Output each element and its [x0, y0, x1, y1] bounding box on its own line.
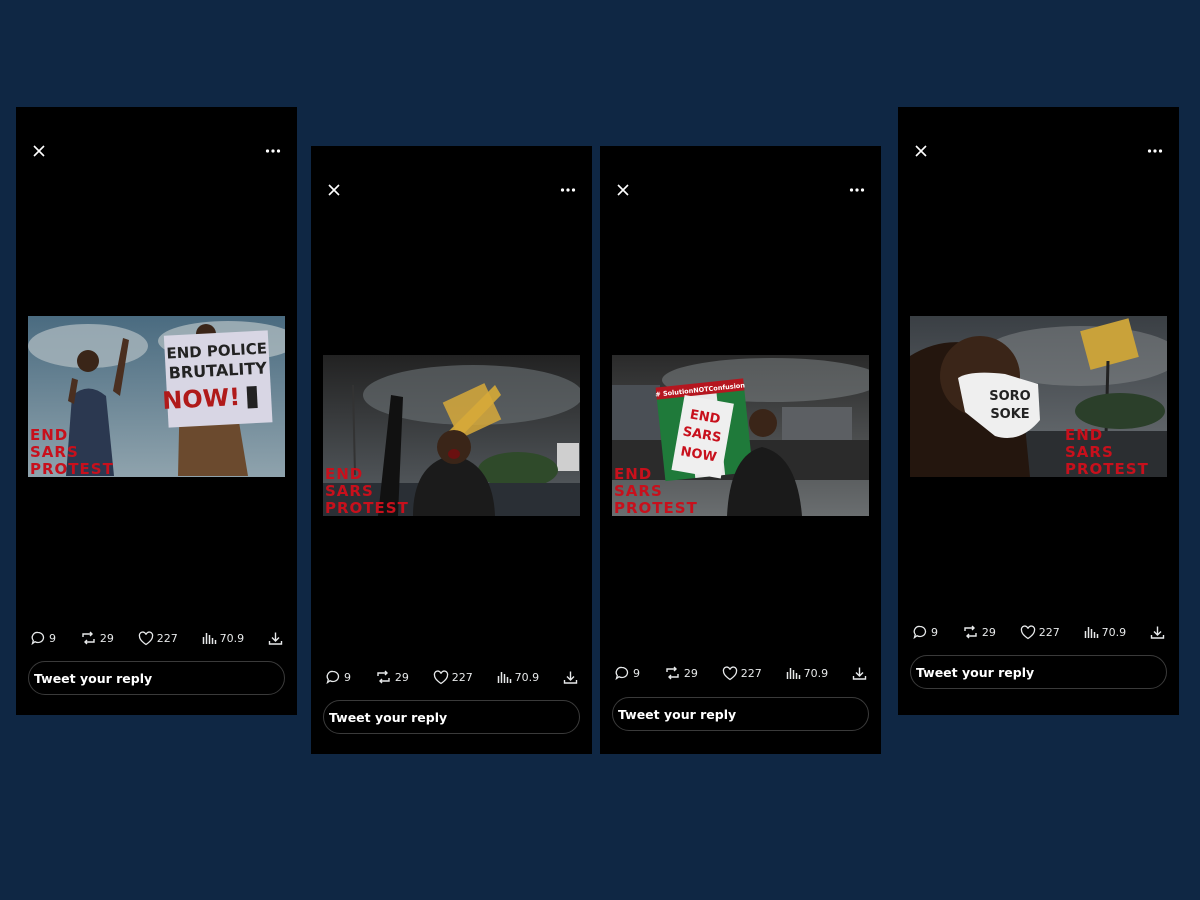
overlay-text: SARS — [325, 482, 374, 500]
overlay-text: END — [614, 465, 652, 483]
overlay-text: END — [1065, 426, 1103, 444]
views-count: 70.9 — [1101, 625, 1127, 639]
retweet-icon — [964, 625, 977, 639]
sign-text: SORO — [989, 389, 1030, 404]
retweet-count: 29 — [99, 631, 114, 645]
reply-action[interactable]: 9 — [614, 665, 640, 681]
reply-count: 9 — [49, 631, 56, 645]
views-icon — [786, 668, 800, 679]
retweet-count: 29 — [683, 666, 698, 680]
overlay-text: PROTEST — [614, 499, 698, 516]
tweet-actions: 9 29 227 70.9 — [30, 629, 283, 647]
close-icon[interactable] — [914, 144, 928, 158]
tweet-media-viewer-3: # SolutionNOTConfusion END SARS NOW END … — [600, 146, 881, 754]
overlay-text: PROTEST — [1065, 460, 1149, 477]
close-icon[interactable] — [32, 144, 46, 158]
more-icon[interactable] — [265, 148, 281, 154]
overlay-text: END — [30, 426, 68, 444]
like-count: 227 — [1038, 625, 1060, 639]
overlay-text: END — [325, 465, 363, 483]
overlay-text: PROTEST — [30, 460, 114, 477]
download-icon — [563, 671, 578, 684]
retweet-action[interactable]: 29 — [962, 624, 996, 640]
like-action[interactable]: 227 — [1020, 624, 1060, 640]
views-count: 70.9 — [219, 631, 245, 645]
tweet-media-viewer-2: END SARS PROTEST 9 29 227 70.9 Tweet you… — [311, 146, 592, 754]
sign-text: NOW! — [162, 383, 241, 415]
reply-action[interactable]: 9 — [325, 669, 351, 685]
reply-input[interactable]: Tweet your reply — [28, 661, 285, 695]
overlay-text: SARS — [1065, 443, 1114, 461]
protest-photo[interactable]: END SARS PROTEST — [323, 355, 580, 516]
tweet-actions: 9 29 227 70.9 — [912, 623, 1165, 641]
protest-photo[interactable]: SORO SOKE END SARS PROTEST — [910, 316, 1167, 477]
reply-input[interactable]: Tweet your reply — [323, 700, 580, 734]
reply-count: 9 — [633, 666, 640, 680]
download-action[interactable] — [268, 631, 283, 646]
views-action[interactable]: 70.9 — [202, 631, 245, 645]
retweet-icon — [377, 670, 390, 684]
reply-action[interactable]: 9 — [30, 630, 56, 646]
retweet-action[interactable]: 29 — [664, 665, 698, 681]
download-action[interactable] — [852, 666, 867, 681]
heart-icon — [1020, 624, 1035, 639]
views-action[interactable]: 70.9 — [497, 670, 540, 684]
retweet-action[interactable]: 29 — [80, 630, 114, 646]
tweet-media-viewer-1: END POLICE BRUTALITY NOW! END SARS PROTE… — [16, 107, 297, 715]
reply-placeholder: Tweet your reply — [916, 664, 1035, 680]
reply-icon — [615, 666, 629, 681]
retweet-icon — [666, 666, 679, 680]
reply-action[interactable]: 9 — [912, 624, 938, 640]
reply-placeholder: Tweet your reply — [329, 709, 448, 725]
heart-icon — [433, 669, 448, 684]
tweet-actions: 9 29 227 70.9 — [614, 664, 867, 682]
close-icon[interactable] — [327, 183, 341, 197]
like-count: 227 — [740, 666, 762, 680]
more-icon[interactable] — [560, 187, 576, 193]
sign-text: SOKE — [990, 407, 1029, 422]
reply-icon — [31, 631, 45, 646]
reply-placeholder: Tweet your reply — [618, 706, 737, 722]
retweet-count: 29 — [394, 670, 409, 684]
like-count: 227 — [451, 670, 473, 684]
download-icon — [852, 667, 867, 680]
more-icon[interactable] — [1147, 148, 1163, 154]
like-action[interactable]: 227 — [433, 669, 473, 685]
views-action[interactable]: 70.9 — [786, 666, 829, 680]
reply-icon — [913, 625, 927, 640]
download-action[interactable] — [1150, 625, 1165, 640]
reply-placeholder: Tweet your reply — [34, 670, 153, 686]
reply-icon — [326, 670, 340, 685]
protest-photo[interactable]: # SolutionNOTConfusion END SARS NOW END … — [612, 355, 869, 516]
tweet-actions: 9 29 227 70.9 — [325, 668, 578, 686]
more-icon[interactable] — [849, 187, 865, 193]
heart-icon — [722, 665, 737, 680]
views-count: 70.9 — [514, 670, 540, 684]
views-icon — [1084, 627, 1098, 638]
retweet-count: 29 — [981, 625, 996, 639]
views-count: 70.9 — [803, 666, 829, 680]
reply-input[interactable]: Tweet your reply — [910, 655, 1167, 689]
overlay-text: SARS — [614, 482, 663, 500]
overlay-text: SARS — [30, 443, 79, 461]
views-icon — [202, 633, 216, 644]
download-icon — [268, 632, 283, 645]
close-icon[interactable] — [616, 183, 630, 197]
tweet-media-viewer-4: SORO SOKE END SARS PROTEST 9 29 227 70.9… — [898, 107, 1179, 715]
like-count: 227 — [156, 631, 178, 645]
heart-icon — [138, 630, 153, 645]
protest-photo[interactable]: END POLICE BRUTALITY NOW! END SARS PROTE… — [28, 316, 285, 477]
reply-count: 9 — [344, 670, 351, 684]
like-action[interactable]: 227 — [138, 630, 178, 646]
download-action[interactable] — [563, 670, 578, 685]
retweet-action[interactable]: 29 — [375, 669, 409, 685]
download-icon — [1150, 626, 1165, 639]
reply-input[interactable]: Tweet your reply — [612, 697, 869, 731]
views-icon — [497, 672, 511, 683]
retweet-icon — [82, 631, 95, 645]
views-action[interactable]: 70.9 — [1084, 625, 1127, 639]
like-action[interactable]: 227 — [722, 665, 762, 681]
overlay-text: PROTEST — [325, 499, 409, 516]
reply-count: 9 — [931, 625, 938, 639]
